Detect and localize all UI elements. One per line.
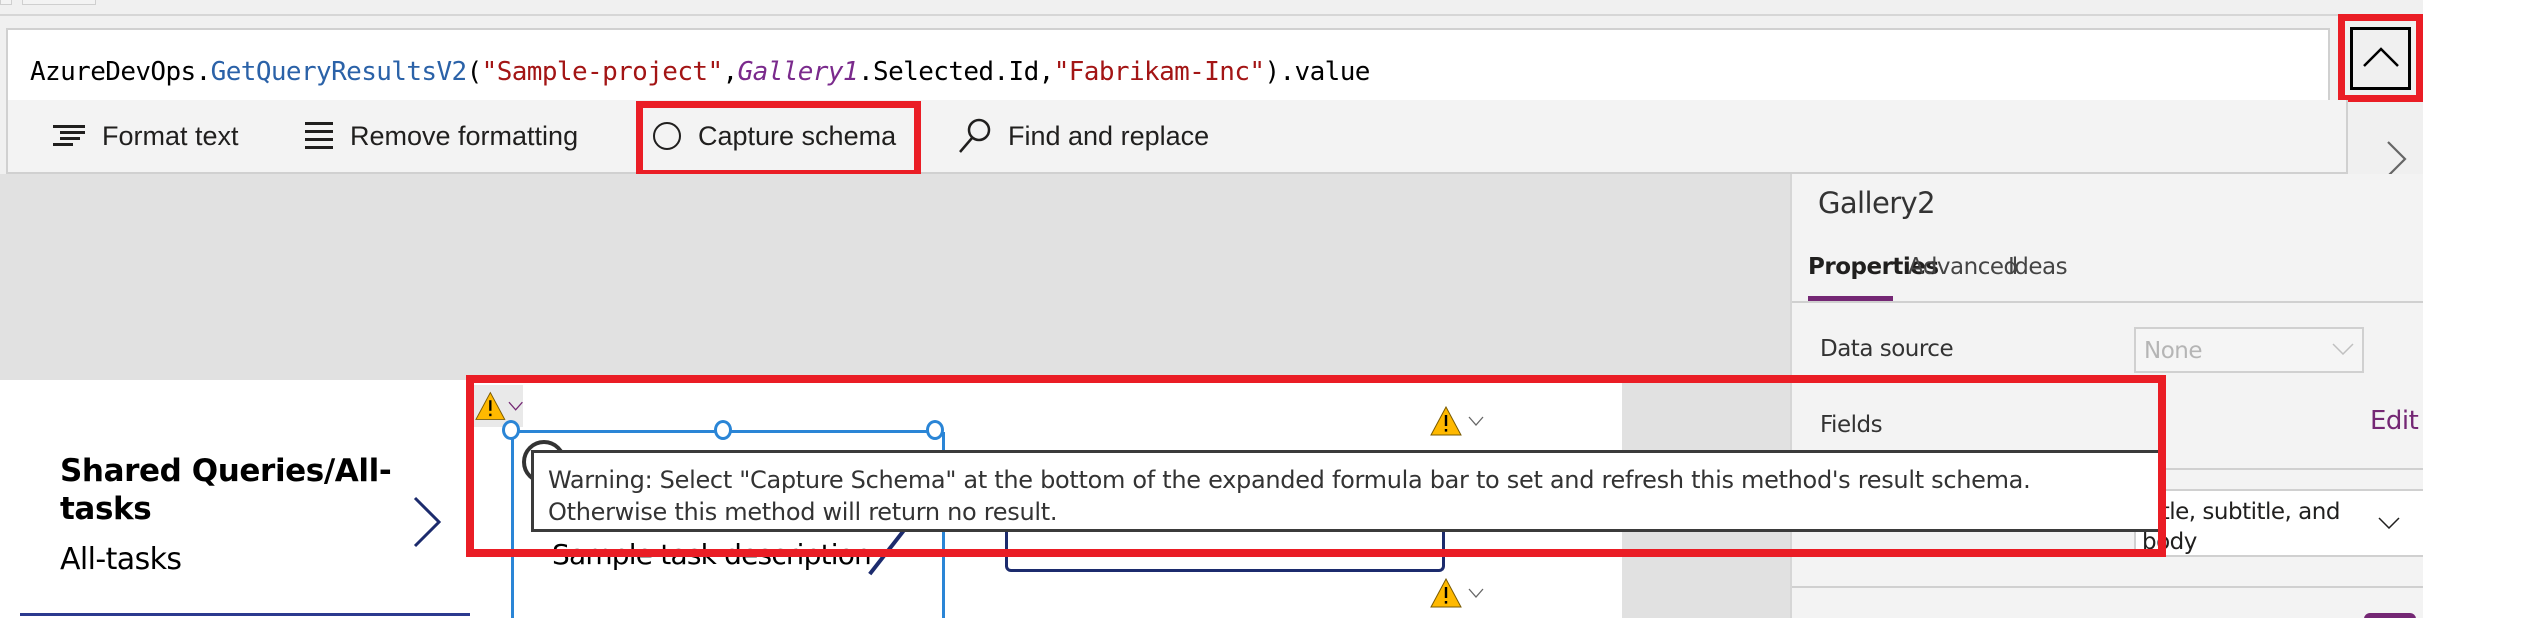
formula-comma: , [722, 57, 739, 87]
formula-property: .Selected.Id [858, 57, 1039, 87]
properties-panel: Gallery2 Properties Advanced Ideas Data … [1790, 174, 2423, 618]
find-and-replace-label: Find and replace [1008, 120, 1210, 151]
chevron-down-icon [1468, 416, 1484, 426]
toggle-switch[interactable] [2364, 613, 2416, 618]
gallery-item-title[interactable]: Shared Queries/All-tasks [60, 452, 400, 528]
tabs-divider [1792, 301, 2423, 303]
top-strip [0, 0, 2423, 16]
section-divider [1792, 586, 2423, 588]
circle-icon [653, 122, 681, 150]
layout-dropdown[interactable]: Title, subtitle, and body [2134, 489, 2423, 557]
remove-formatting-button[interactable]: Remove formatting [304, 100, 578, 172]
selection-border [511, 432, 514, 618]
formula-bar: AzureDevOps.GetQueryResultsV2("Sample-pr… [0, 16, 2423, 102]
formula-suffix: ).value [1264, 57, 1370, 87]
data-source-dropdown[interactable]: None [2134, 327, 2364, 373]
collapse-highlight [2338, 14, 2423, 102]
resize-handle[interactable] [502, 420, 520, 440]
resize-handle[interactable] [926, 420, 944, 440]
formula-text[interactable]: AzureDevOps.GetQueryResultsV2("Sample-pr… [30, 57, 1370, 87]
chevron-down-icon [2332, 343, 2354, 355]
power-apps-studio: AzureDevOps.GetQueryResultsV2("Sample-pr… [0, 0, 2423, 618]
truncated-control[interactable] [22, 0, 96, 5]
chevron-right-icon[interactable] [412, 496, 442, 548]
task-description: Sample task description [552, 538, 872, 571]
search-icon [959, 118, 991, 153]
format-text-button[interactable]: Format text [52, 100, 239, 172]
chevron-down-icon [1468, 588, 1484, 598]
capture-schema-label: Capture schema [698, 120, 897, 151]
chevron-down-icon [508, 401, 523, 411]
tab-ideas[interactable]: Ideas [2008, 254, 2068, 280]
formula-arg-project: "Sample-project" [481, 57, 723, 87]
gallery-item-subtitle[interactable]: All-tasks [60, 542, 182, 577]
formula-control-ref: Gallery1 [737, 57, 859, 87]
find-and-replace-button[interactable]: Find and replace [958, 100, 1209, 172]
warning-icon [1430, 406, 1462, 436]
data-source-label: Data source [1820, 336, 1954, 362]
layout-value: Title, subtitle, and body [2142, 499, 2340, 555]
data-source-value: None [2144, 338, 2203, 364]
chevron-up-icon [2363, 47, 2399, 67]
warning-icon [1430, 578, 1462, 608]
chevron-down-icon [2378, 517, 2400, 529]
capture-schema-button[interactable]: Capture schema [652, 100, 896, 172]
remove-formatting-label: Remove formatting [350, 120, 579, 151]
warning-indicator[interactable] [1430, 578, 1484, 608]
remove-formatting-icon [305, 122, 333, 149]
formula-comma: , [1038, 57, 1055, 87]
formula-paren: ( [466, 57, 483, 87]
warning-tooltip: Warning: Select "Capture Schema" at the … [531, 450, 2161, 532]
warning-indicator[interactable] [1430, 406, 1484, 436]
gallery-item-divider [20, 613, 470, 616]
collapse-formula-bar-button[interactable] [2350, 27, 2411, 90]
tab-advanced[interactable]: Advanced [1908, 254, 2018, 280]
formula-dot: . [195, 57, 212, 87]
formula-function: GetQueryResultsV2 [210, 57, 468, 87]
format-text-icon [53, 125, 85, 146]
format-text-label: Format text [102, 120, 239, 151]
truncated-control[interactable] [0, 0, 12, 5]
warning-icon [475, 391, 506, 420]
formula-arg-org: "Fabrikam-Inc" [1053, 57, 1265, 87]
formula-toolbar: Format text Remove formatting Capture sc… [6, 100, 2348, 174]
control-name: Gallery2 [1818, 186, 1936, 220]
chevron-right-icon[interactable] [2386, 140, 2408, 178]
fields-label: Fields [1820, 412, 1883, 438]
formula-connector: AzureDevOps [30, 57, 196, 87]
resize-handle[interactable] [714, 420, 732, 440]
edit-fields-link[interactable]: Edit [2370, 406, 2419, 436]
formula-input[interactable]: AzureDevOps.GetQueryResultsV2("Sample-pr… [6, 28, 2330, 102]
